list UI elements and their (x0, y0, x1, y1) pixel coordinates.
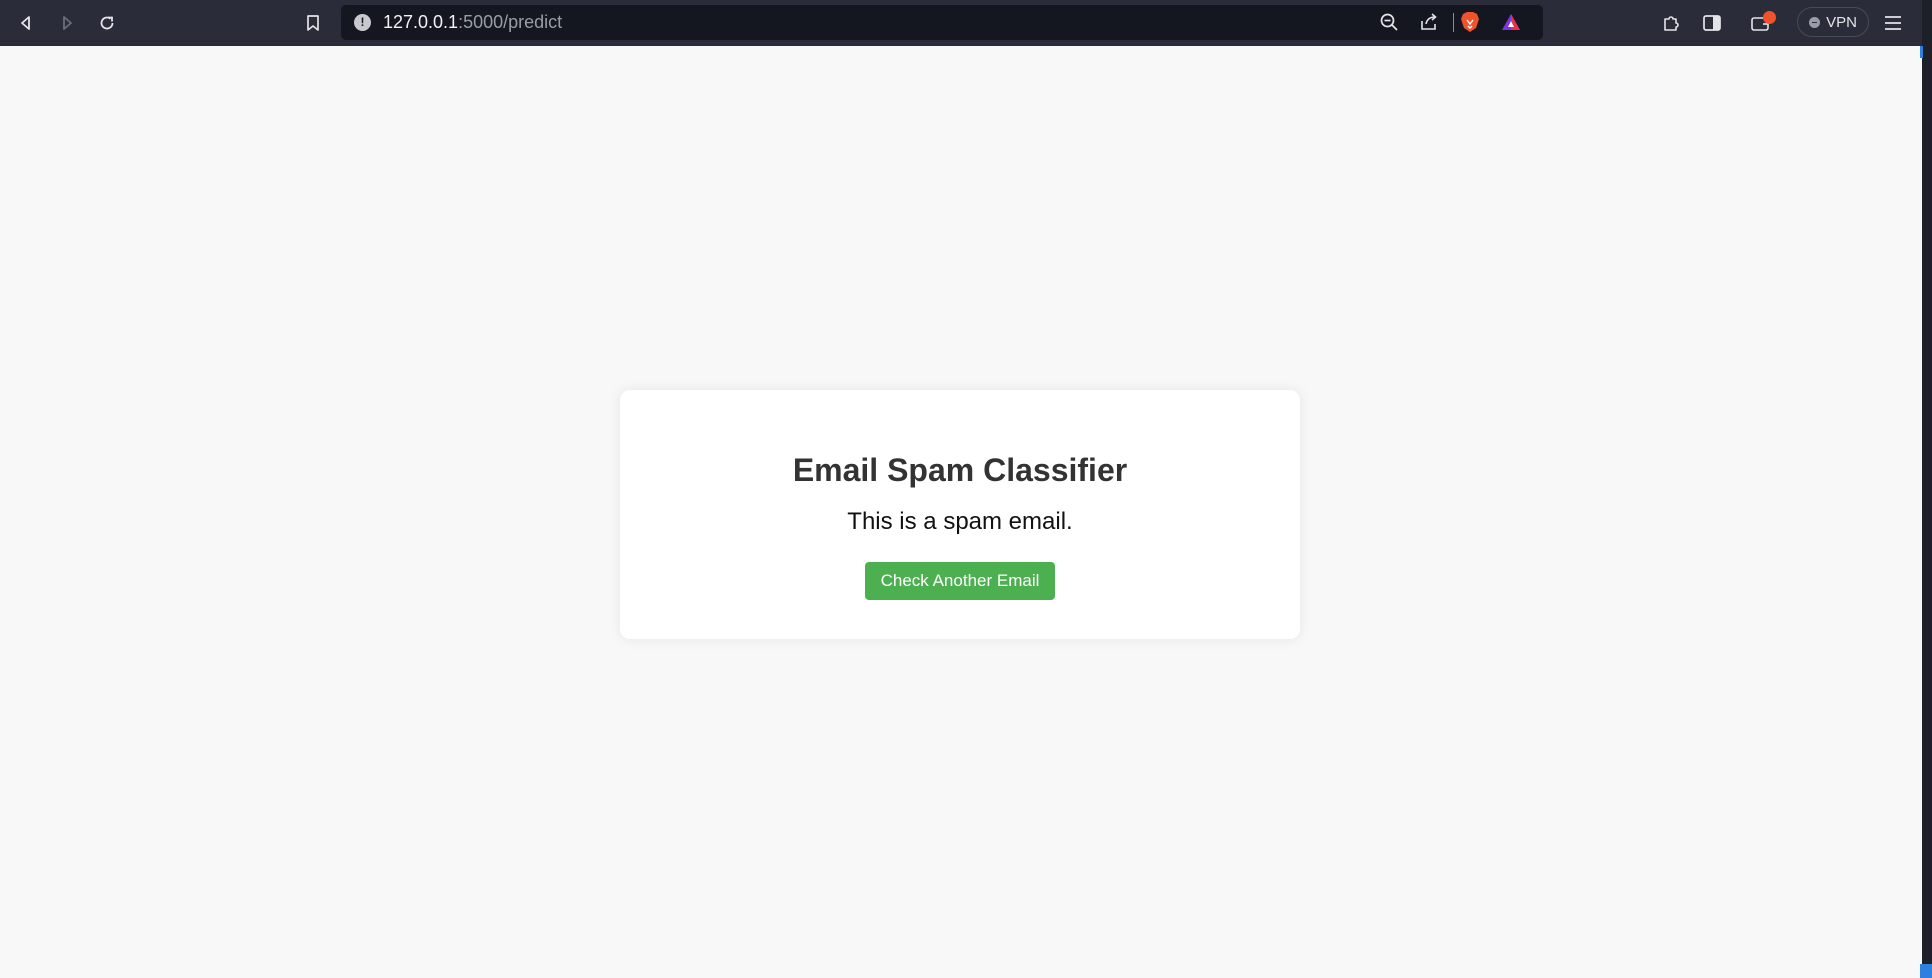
page-content: Email Spam Classifier This is a spam ema… (0, 46, 1920, 978)
vpn-button[interactable]: VPN (1797, 7, 1869, 37)
scrollbar-accent-bottom (1920, 964, 1932, 978)
check-another-email-button[interactable]: Check Another Email (865, 562, 1055, 600)
brave-rewards-triangle-icon[interactable] (1495, 6, 1527, 38)
brave-lion-icon[interactable] (1454, 6, 1486, 38)
share-icon[interactable] (1413, 6, 1445, 38)
notification-badge (1763, 11, 1776, 24)
page-title: Email Spam Classifier (792, 452, 1128, 488)
url-host: 127.0.0.1 (383, 12, 459, 32)
forward-icon[interactable] (51, 7, 83, 39)
zoom-out-icon[interactable] (1373, 6, 1405, 38)
prediction-result: This is a spam email. (847, 508, 1073, 535)
sidebar-icon[interactable] (1696, 7, 1728, 39)
window-edge (1922, 0, 1932, 978)
back-icon[interactable] (10, 7, 42, 39)
browser-toolbar: ! 127.0.0.1:5000/predict VPN (0, 0, 1932, 46)
puzzle-icon[interactable] (1655, 7, 1687, 39)
url-text[interactable]: 127.0.0.1:5000/predict (383, 12, 562, 33)
reload-icon[interactable] (91, 7, 123, 39)
address-bar[interactable]: ! 127.0.0.1:5000/predict (341, 5, 1543, 40)
bookmark-icon[interactable] (297, 7, 329, 39)
info-icon[interactable]: ! (354, 14, 371, 31)
vpn-label: VPN (1826, 13, 1857, 31)
hamburger-menu-icon[interactable] (1877, 7, 1909, 39)
vpn-status-icon (1809, 16, 1821, 28)
result-card: Email Spam Classifier This is a spam ema… (620, 390, 1300, 639)
url-path: :5000/predict (458, 12, 563, 32)
scrollbar-accent (1920, 46, 1923, 58)
